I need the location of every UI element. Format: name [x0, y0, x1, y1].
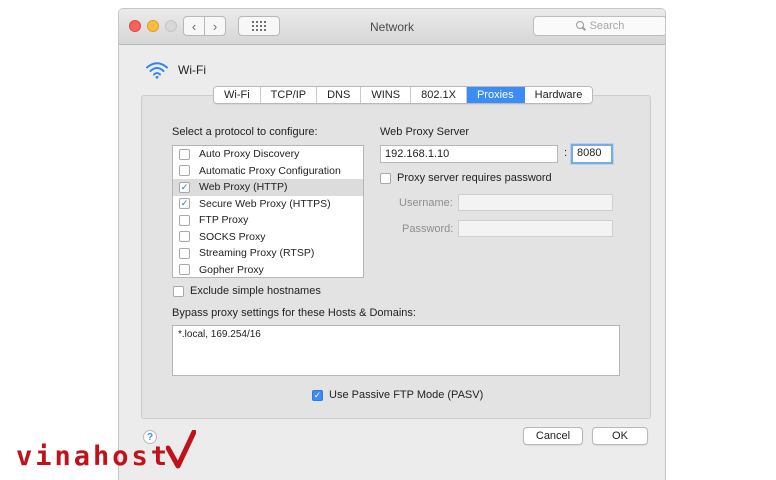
- tab-dns[interactable]: DNS: [317, 87, 362, 103]
- cancel-button[interactable]: Cancel: [523, 427, 583, 445]
- protocol-checkbox[interactable]: [179, 148, 190, 160]
- bypass-textarea[interactable]: *.local, 169.254/16: [172, 325, 620, 376]
- proxy-host-input[interactable]: 192.168.1.10: [380, 145, 558, 163]
- passive-ftp-checkbox[interactable]: [312, 389, 323, 401]
- protocol-list[interactable]: Auto Proxy Discovery Automatic Proxy Con…: [172, 145, 364, 278]
- checkmark-logo: [166, 430, 197, 469]
- protocol-label: Streaming Proxy (RTSP): [199, 247, 315, 260]
- interface-header: Wi-Fi: [145, 61, 206, 79]
- list-item[interactable]: FTP Proxy: [173, 212, 363, 229]
- tab-bar: Wi-Fi TCP/IP DNS WINS 802.1X Proxies Har…: [213, 86, 594, 104]
- protocol-label: Web Proxy (HTTP): [199, 181, 288, 194]
- list-item[interactable]: Auto Proxy Discovery: [173, 146, 363, 163]
- search-icon: [575, 21, 586, 31]
- tab-wifi[interactable]: Wi-Fi: [214, 87, 261, 103]
- protocol-label: Auto Proxy Discovery: [199, 148, 300, 161]
- protocol-checkbox[interactable]: [179, 165, 190, 177]
- proxy-server-heading: Web Proxy Server: [380, 126, 470, 138]
- username-input[interactable]: [458, 194, 613, 211]
- protocol-checkbox[interactable]: [179, 181, 190, 193]
- requires-password-row[interactable]: Proxy server requires password: [380, 172, 552, 184]
- exclude-hostnames-label: Exclude simple hostnames: [190, 285, 321, 297]
- protocol-checkbox[interactable]: [179, 231, 190, 243]
- ok-button[interactable]: OK: [592, 427, 648, 445]
- protocol-heading: Select a protocol to configure:: [172, 126, 318, 138]
- username-label: Username:: [399, 197, 453, 209]
- protocol-checkbox[interactable]: [179, 247, 190, 259]
- bypass-heading: Bypass proxy settings for these Hosts & …: [172, 307, 416, 319]
- proxy-port-input[interactable]: 8080: [571, 144, 613, 164]
- search-field[interactable]: Search: [533, 16, 665, 36]
- exclude-hostnames-checkbox[interactable]: [173, 285, 184, 297]
- tab-hardware[interactable]: Hardware: [524, 87, 593, 103]
- passive-ftp-row[interactable]: Use Passive FTP Mode (PASV): [312, 389, 483, 401]
- tab-tcpip[interactable]: TCP/IP: [260, 87, 318, 103]
- password-label: Password:: [402, 223, 454, 235]
- wifi-icon: [146, 62, 168, 79]
- protocol-label: SOCKS Proxy: [199, 230, 266, 243]
- watermark-text: vinahost: [16, 441, 171, 472]
- protocol-label: Automatic Proxy Configuration: [199, 164, 341, 177]
- watermark: vinahost: [16, 430, 197, 472]
- list-item[interactable]: Automatic Proxy Configuration: [173, 163, 363, 180]
- search-placeholder: Search: [589, 20, 625, 32]
- exclude-hostnames-row[interactable]: Exclude simple hostnames: [173, 285, 321, 297]
- list-item[interactable]: Gopher Proxy: [173, 262, 363, 279]
- protocol-label: FTP Proxy: [199, 214, 249, 227]
- tab-proxies[interactable]: Proxies: [466, 87, 525, 103]
- protocol-checkbox[interactable]: [179, 214, 190, 226]
- interface-name: Wi-Fi: [178, 63, 206, 77]
- list-item[interactable]: Secure Web Proxy (HTTPS): [173, 196, 363, 213]
- tab-wins[interactable]: WINS: [361, 87, 412, 103]
- protocol-label: Gopher Proxy: [199, 263, 264, 276]
- title-bar: ‹ › Network Search: [119, 9, 665, 45]
- requires-password-checkbox[interactable]: [380, 172, 391, 184]
- list-item[interactable]: SOCKS Proxy: [173, 229, 363, 246]
- protocol-checkbox[interactable]: [179, 198, 190, 210]
- protocol-label: Secure Web Proxy (HTTPS): [199, 197, 331, 210]
- port-separator: :: [564, 147, 568, 159]
- password-input[interactable]: [458, 220, 613, 237]
- requires-password-label: Proxy server requires password: [397, 172, 552, 184]
- tab-8021x[interactable]: 802.1X: [411, 87, 467, 103]
- passive-ftp-label: Use Passive FTP Mode (PASV): [329, 389, 484, 401]
- list-item[interactable]: Streaming Proxy (RTSP): [173, 245, 363, 262]
- network-window: ‹ › Network Search Wi-Fi Wi-Fi TCP/IP DN…: [118, 8, 666, 480]
- protocol-checkbox[interactable]: [179, 264, 190, 276]
- list-item[interactable]: Web Proxy (HTTP): [173, 179, 363, 196]
